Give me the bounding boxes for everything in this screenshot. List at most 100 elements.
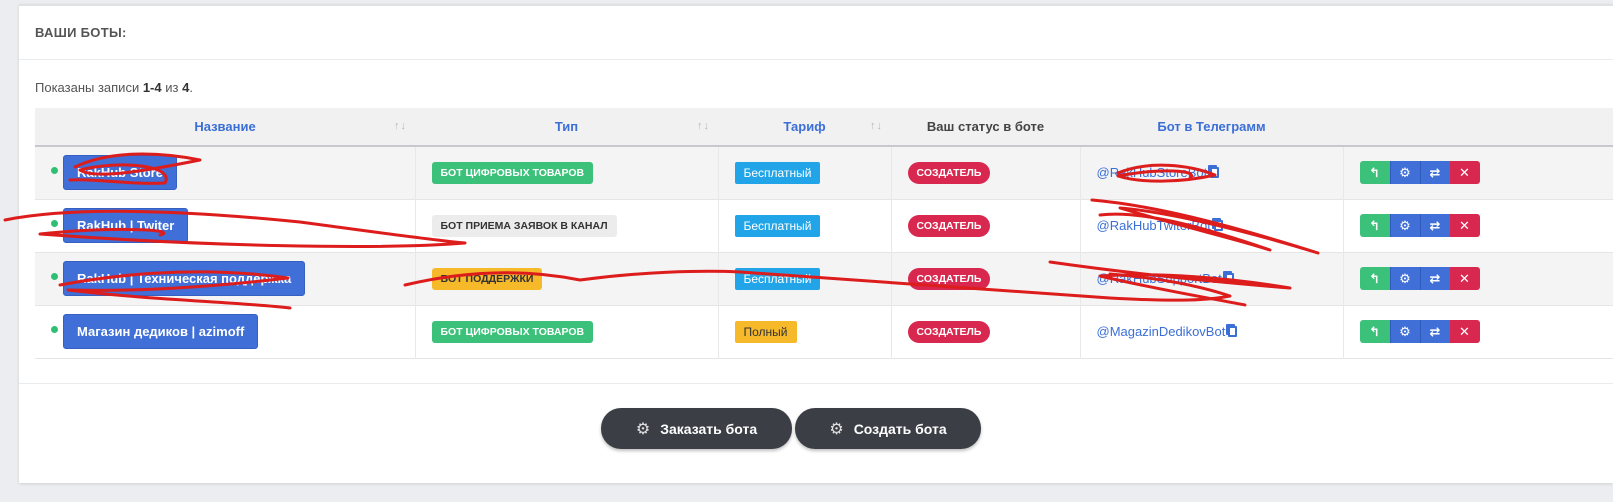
actions-cell: ↰ ⚙ ⇄ ✕ xyxy=(1343,305,1613,358)
summary-suffix: . xyxy=(189,80,193,95)
header-label: Тариф xyxy=(783,119,826,134)
bots-table: Название ↑↓ Тип ↑↓ Тариф ↑↓ Ваш статус в бо… xyxy=(35,108,1613,359)
status-cell: СОЗДАТЕЛЬ xyxy=(891,199,1081,252)
bot-type-badge: БОТ ЦИФРОВЫХ ТОВАРОВ xyxy=(431,161,594,184)
table-header-row: Название ↑↓ Тип ↑↓ Тариф ↑↓ Ваш статус в бо… xyxy=(35,108,1613,146)
summary-range: 1-4 xyxy=(142,80,162,95)
table-row: Магазин дедиков | azimoff БОТ ЦИФРОВЫХ ТО… xyxy=(35,305,1613,358)
telegram-link[interactable]: @MagazinDedikovBot xyxy=(1097,324,1226,339)
telegram-cell: @RakHubTwiterBot xyxy=(1080,199,1344,252)
column-header-actions xyxy=(1343,108,1613,146)
telegram-link[interactable]: @RakHubSupportBot xyxy=(1097,271,1222,286)
name-cell: RakHub | Twiter xyxy=(35,199,416,252)
bot-name-button[interactable]: RakHub | Техническая поддержка xyxy=(63,261,306,296)
column-header-type[interactable]: Тип ↑↓ xyxy=(415,108,718,146)
status-cell: СОЗДАТЕЛЬ xyxy=(891,305,1081,358)
create-bot-button[interactable]: ⚙ Создать бота xyxy=(795,408,981,449)
order-bot-button[interactable]: ⚙ Заказать бота xyxy=(601,408,792,449)
gear-button[interactable]: ⚙ xyxy=(1389,161,1420,185)
online-status-dot xyxy=(51,272,58,280)
sort-icon[interactable]: ↑↓ xyxy=(870,120,883,132)
telegram-link[interactable]: @RakHubStoreBot xyxy=(1097,165,1208,180)
retweet-button[interactable]: ⇄ xyxy=(1419,161,1450,185)
tariff-badge: Бесплатный xyxy=(734,161,821,184)
copy-icon[interactable] xyxy=(1210,167,1220,179)
sort-icon[interactable]: ↑↓ xyxy=(394,120,407,132)
column-header-name[interactable]: Название ↑↓ xyxy=(35,108,415,146)
retweet-button[interactable]: ⇄ xyxy=(1419,214,1450,237)
row-actions: ↰ ⚙ ⇄ ✕ xyxy=(1359,267,1598,290)
retweet-icon: ⇄ xyxy=(1429,164,1441,180)
create-bot-label: Создать бота xyxy=(853,420,947,437)
bot-type-badge: БОТ ПРИЕМА ЗАЯВОК В КАНАЛ xyxy=(431,214,617,237)
copy-icon[interactable] xyxy=(1213,220,1223,231)
tariff-badge: Бесплатный xyxy=(734,214,821,237)
bot-type-badge: БОТ ПОДДЕРЖКИ xyxy=(431,267,543,290)
table-row: RakHub | Twiter БОТ ПРИЕМА ЗАЯВОК В КАНАЛ… xyxy=(35,199,1613,252)
close-icon: ✕ xyxy=(1459,164,1470,180)
bot-type-badge: БОТ ЦИФРОВЫХ ТОВАРОВ xyxy=(431,320,594,343)
gear-icon: ⚙ xyxy=(1399,164,1411,180)
gear-button[interactable]: ⚙ xyxy=(1389,214,1420,237)
reply-button[interactable]: ↰ xyxy=(1359,267,1390,290)
close-button[interactable]: ✕ xyxy=(1449,320,1480,343)
close-icon: ✕ xyxy=(1459,217,1470,233)
actions-cell: ↰ ⚙ ⇄ ✕ xyxy=(1343,252,1613,305)
sort-icon[interactable]: ↑↓ xyxy=(697,120,710,132)
gear-icon: ⚙ xyxy=(1399,217,1411,233)
column-header-status: Ваш статус в боте xyxy=(891,108,1080,146)
retweet-button[interactable]: ⇄ xyxy=(1419,267,1450,290)
header-label: Бот в Телеграмм xyxy=(1157,119,1266,134)
row-actions: ↰ ⚙ ⇄ ✕ xyxy=(1359,320,1598,343)
retweet-icon: ⇄ xyxy=(1429,270,1441,286)
gear-icon: ⚙ xyxy=(1399,270,1411,286)
bot-name-button[interactable]: RakHub | Twiter xyxy=(63,208,189,243)
reply-button[interactable]: ↰ xyxy=(1359,161,1390,185)
type-cell: БОТ ЦИФРОВЫХ ТОВАРОВ xyxy=(415,305,719,358)
bot-name-button[interactable]: RakHub Store xyxy=(63,155,177,191)
gear-icon: ⚙ xyxy=(829,420,844,438)
footer-divider xyxy=(19,383,1613,384)
header-label: Ваш статус в боте xyxy=(926,119,1045,134)
bots-card: ВАШИ БОТЫ: Показаны записи 1-4 из 4. Наз… xyxy=(19,4,1613,483)
copy-icon[interactable] xyxy=(1224,273,1234,284)
status-cell: СОЗДАТЕЛЬ xyxy=(891,146,1081,199)
gear-icon: ⚙ xyxy=(1399,323,1411,339)
status-badge: СОЗДАТЕЛЬ xyxy=(907,320,991,343)
column-header-tariff[interactable]: Тариф ↑↓ xyxy=(718,108,891,146)
telegram-link[interactable]: @RakHubTwiterBot xyxy=(1097,218,1211,233)
row-actions: ↰ ⚙ ⇄ ✕ xyxy=(1359,161,1598,185)
gear-button[interactable]: ⚙ xyxy=(1389,267,1420,290)
close-button[interactable]: ✕ xyxy=(1449,161,1480,185)
reply-icon: ↰ xyxy=(1369,164,1380,180)
status-badge: СОЗДАТЕЛЬ xyxy=(907,214,991,237)
status-badge: СОЗДАТЕЛЬ xyxy=(907,267,991,290)
actions-cell: ↰ ⚙ ⇄ ✕ xyxy=(1343,146,1613,199)
retweet-icon: ⇄ xyxy=(1429,323,1441,339)
table-row: RakHub | Техническая поддержка БОТ ПОДДЕР… xyxy=(35,252,1613,305)
retweet-button[interactable]: ⇄ xyxy=(1419,320,1450,343)
close-button[interactable]: ✕ xyxy=(1449,267,1480,290)
bot-name-button[interactable]: Магазин дедиков | azimoff xyxy=(63,314,259,349)
order-bot-label: Заказать бота xyxy=(660,420,758,437)
name-cell: Магазин дедиков | azimoff xyxy=(35,305,416,358)
telegram-cell: @RakHubSupportBot xyxy=(1080,252,1344,305)
gear-button[interactable]: ⚙ xyxy=(1389,320,1420,343)
name-cell: RakHub Store xyxy=(35,146,416,199)
online-status-dot xyxy=(51,167,58,174)
reply-button[interactable]: ↰ xyxy=(1359,214,1390,237)
tariff-badge: Полный xyxy=(734,320,797,343)
header-label: Тип xyxy=(554,119,579,134)
reply-button[interactable]: ↰ xyxy=(1359,320,1390,343)
records-summary: Показаны записи 1-4 из 4. xyxy=(35,80,193,95)
reply-icon: ↰ xyxy=(1369,270,1380,286)
close-button[interactable]: ✕ xyxy=(1449,214,1480,237)
telegram-cell: @MagazinDedikovBot xyxy=(1080,305,1344,358)
tariff-cell: Бесплатный xyxy=(718,199,892,252)
telegram-cell: @RakHubStoreBot xyxy=(1080,146,1344,199)
copy-icon[interactable] xyxy=(1228,326,1238,337)
summary-middle: из xyxy=(161,80,183,95)
reply-icon: ↰ xyxy=(1369,323,1380,339)
type-cell: БОТ ПОДДЕРЖКИ xyxy=(415,252,719,305)
type-cell: БОТ ПРИЕМА ЗАЯВОК В КАНАЛ xyxy=(415,199,719,252)
